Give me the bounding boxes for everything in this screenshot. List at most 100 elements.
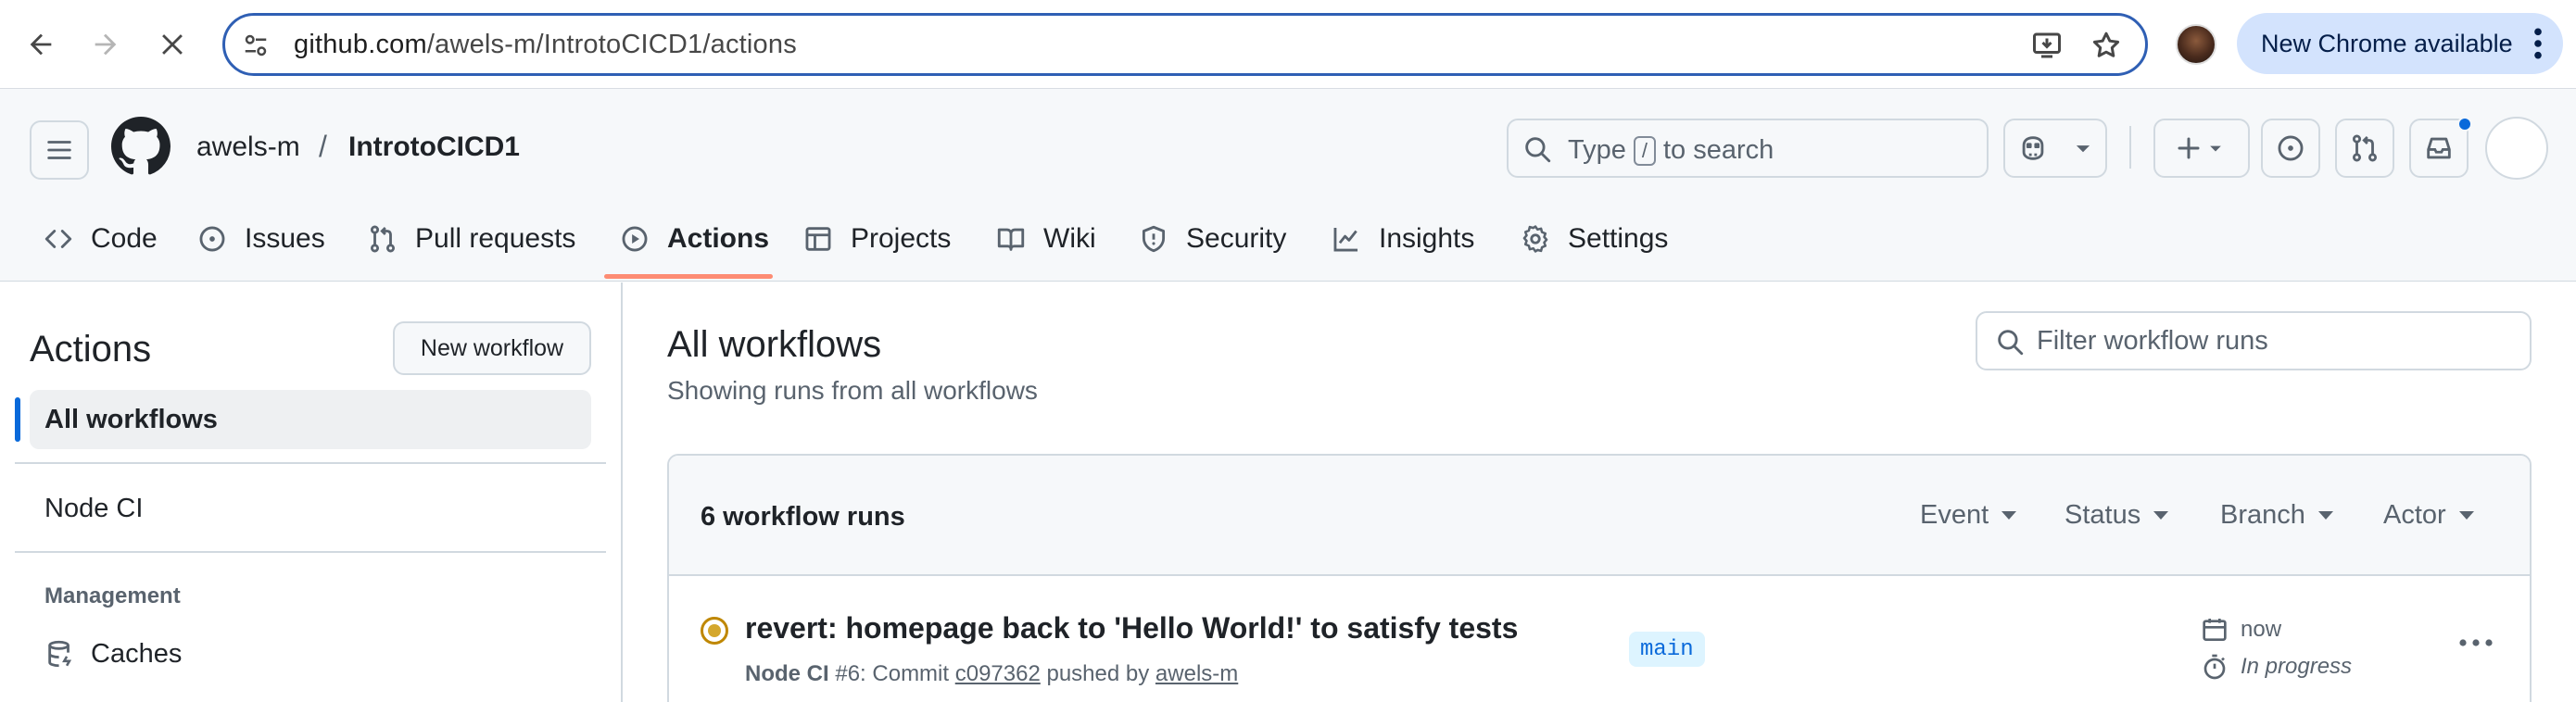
gear-icon <box>1522 225 1548 253</box>
sidebar-title: Actions <box>30 329 152 370</box>
status-filter-label: Status <box>2065 500 2141 530</box>
run-title-link[interactable]: revert: homepage back to 'Hello World!' … <box>745 611 1518 646</box>
code-icon <box>44 230 72 248</box>
issues-button[interactable] <box>2261 119 2320 178</box>
triangle-down-icon <box>2458 511 2474 520</box>
workflow-runs-header: 6 workflow runs Event Status Branch Acto… <box>669 456 2530 576</box>
pull-request-icon <box>370 225 396 253</box>
site-settings-icon[interactable] <box>242 31 270 59</box>
database-icon <box>48 640 72 668</box>
workflow-runs-count: 6 workflow runs <box>701 502 905 532</box>
new-workflow-button[interactable]: New workflow <box>393 321 591 375</box>
sidebar-section-management: Management <box>44 583 181 608</box>
copilot-button[interactable] <box>2003 119 2063 178</box>
run-commit-link[interactable]: c097362 <box>955 661 1041 686</box>
search-icon <box>1998 330 2024 356</box>
inbox-icon <box>2427 137 2451 159</box>
tab-actions-label: Actions <box>667 223 770 254</box>
bookmark-star-icon[interactable] <box>2090 29 2123 62</box>
tab-security[interactable]: Security <box>1138 217 1286 261</box>
url-path: /awels-m/IntrotoCICD1/actions <box>426 30 797 59</box>
issue-icon <box>199 226 225 252</box>
url-text[interactable]: github.com/awels-m/IntrotoCICD1/actions <box>294 30 797 60</box>
page-title: All workflows <box>667 324 882 365</box>
tab-issues-label: Issues <box>245 223 325 254</box>
branch-badge[interactable]: main <box>1629 632 1705 667</box>
workflow-runs-list: 6 workflow runs Event Status Branch Acto… <box>667 454 2532 702</box>
tab-settings-label: Settings <box>1568 223 1669 254</box>
run-number: #6 <box>835 661 861 686</box>
play-icon <box>622 226 648 252</box>
status-filter-dropdown[interactable]: Status <box>2065 500 2169 531</box>
sidebar-divider <box>15 462 606 464</box>
run-pushed-by: pushed by <box>1046 661 1150 686</box>
user-avatar[interactable] <box>2485 117 2548 180</box>
tab-security-label: Security <box>1186 223 1287 254</box>
global-search[interactable]: Type / to search <box>1507 119 1989 178</box>
actor-filter-dropdown[interactable]: Actor <box>2383 500 2474 531</box>
triangle-down-icon <box>2210 145 2221 152</box>
address-bar[interactable]: github.com/awels-m/IntrotoCICD1/actions <box>222 13 2148 76</box>
triangle-down-icon <box>2153 511 2169 520</box>
page-subtitle: Showing runs from all workflows <box>667 376 1038 405</box>
back-arrow-icon <box>30 33 52 56</box>
actions-sidebar: Actions New workflow All workflows Node … <box>0 282 623 702</box>
forward-button[interactable] <box>82 20 130 69</box>
back-button[interactable] <box>17 20 65 69</box>
run-duration-label: In progress <box>2241 654 2353 679</box>
filter-workflow-runs-input[interactable] <box>2037 322 2519 359</box>
stopwatch-icon <box>2203 654 2226 680</box>
browser-profile-avatar[interactable] <box>2176 24 2216 65</box>
tab-settings[interactable]: Settings <box>1520 217 1668 261</box>
notification-indicator <box>2457 117 2472 132</box>
sidebar-item-caches[interactable]: Caches <box>44 638 182 670</box>
tab-wiki-label: Wiki <box>1043 223 1096 254</box>
run-workflow-name: Node CI <box>745 661 829 686</box>
tab-insights[interactable]: Insights <box>1331 217 1474 261</box>
in-progress-status-icon <box>701 617 728 645</box>
github-logo-icon[interactable] <box>111 117 170 176</box>
sidebar-item-all-workflows-label[interactable]: All workflows <box>44 405 218 435</box>
copilot-dropdown-button[interactable] <box>2061 119 2107 178</box>
search-icon <box>1525 137 1551 163</box>
filter-workflow-runs[interactable] <box>1976 311 2532 370</box>
close-icon <box>162 34 183 55</box>
forward-arrow-icon <box>95 33 117 56</box>
header-divider <box>2129 126 2131 169</box>
create-new-button[interactable] <box>2153 119 2250 178</box>
tab-code[interactable]: Code <box>43 217 158 261</box>
kebab-horizontal-icon <box>2459 639 2493 646</box>
pull-requests-button[interactable] <box>2335 119 2394 178</box>
search-shortcut-key: / <box>1633 135 1656 166</box>
github-header: awels-m / IntrotoCICD1 Type / to search <box>0 89 2576 282</box>
run-actor-link[interactable]: awels-m <box>1155 661 1238 686</box>
sidebar-item-node-ci[interactable]: Node CI <box>44 494 143 524</box>
url-host: github.com <box>294 30 427 59</box>
triangle-down-icon <box>2076 145 2090 153</box>
triangle-down-icon <box>2317 511 2333 520</box>
search-prefix: Type <box>1568 135 1626 165</box>
breadcrumb-repo[interactable]: IntrotoCICD1 <box>348 132 520 163</box>
more-vert-icon <box>2534 28 2542 59</box>
tab-wiki[interactable]: Wiki <box>995 217 1096 261</box>
chrome-update-button[interactable]: New Chrome available <box>2237 13 2563 74</box>
install-app-icon[interactable] <box>2030 29 2064 62</box>
run-timestamp: now <box>2200 615 2281 645</box>
event-filter-dropdown[interactable]: Event <box>1920 500 2017 531</box>
stop-loading-button[interactable] <box>148 20 196 69</box>
run-commit-prefix: : Commit <box>860 661 950 686</box>
table-icon <box>805 227 831 251</box>
tab-projects[interactable]: Projects <box>802 217 951 261</box>
tab-issues[interactable]: Issues <box>196 217 325 261</box>
run-options-button[interactable] <box>2450 622 2502 663</box>
branch-filter-dropdown[interactable]: Branch <box>2220 500 2333 531</box>
menu-button[interactable] <box>30 120 89 180</box>
tab-code-label: Code <box>91 223 158 254</box>
tab-actions[interactable]: Actions <box>619 217 769 261</box>
tab-pull-requests[interactable]: Pull requests <box>367 217 575 261</box>
actor-filter-label: Actor <box>2383 500 2446 530</box>
breadcrumb-owner[interactable]: awels-m <box>196 132 300 163</box>
calendar-icon <box>2203 619 2227 641</box>
event-filter-label: Event <box>1920 500 1989 530</box>
active-tab-indicator <box>604 274 773 279</box>
